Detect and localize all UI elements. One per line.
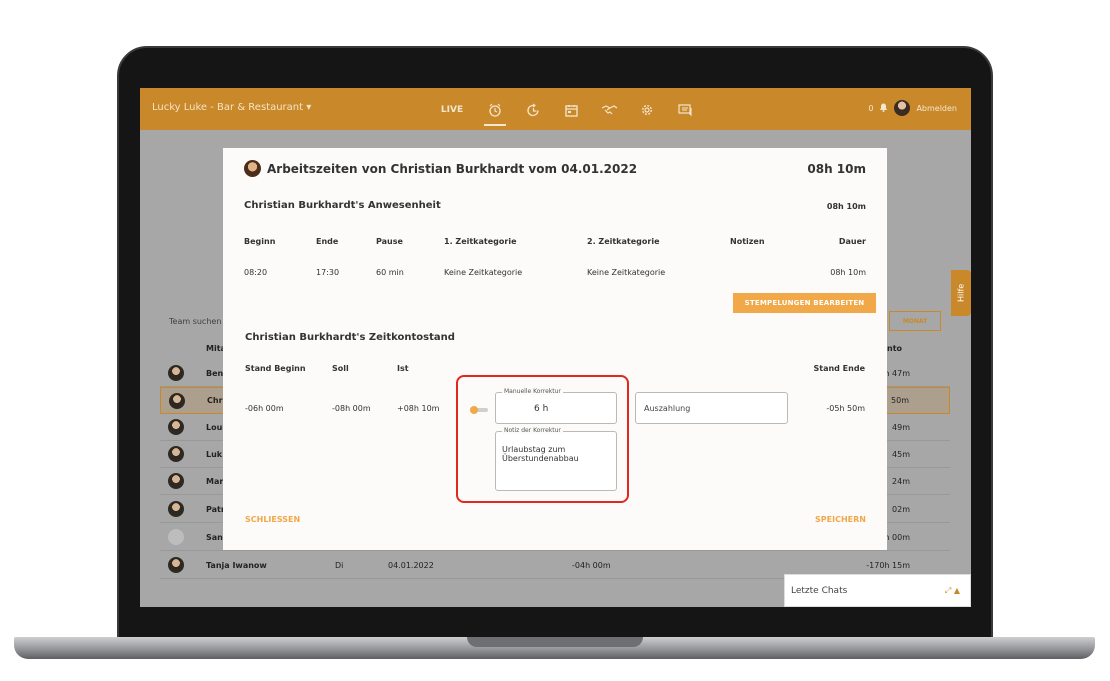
row-name: Luk bbox=[206, 449, 223, 459]
alarm-clock-icon[interactable] bbox=[476, 98, 514, 126]
manual-correction-toggle[interactable] bbox=[470, 406, 488, 414]
correction-note-field[interactable]: Notiz der Korrektur Urlaubstag zum Übers… bbox=[495, 427, 617, 491]
cell-ende: 17:30 bbox=[316, 268, 340, 277]
correction-note-label: Notiz der Korrektur bbox=[502, 427, 563, 434]
month-button[interactable]: MONAT bbox=[889, 311, 941, 331]
app-header: Lucky Luke - Bar & Restaurant ▾ LIVE 0 A… bbox=[140, 88, 971, 130]
team-search-input[interactable]: Team suchen bbox=[169, 317, 221, 326]
edit-stamps-button[interactable]: STEMPELUNGEN BEARBEITEN bbox=[733, 293, 876, 313]
row-konto: 49m bbox=[892, 422, 910, 432]
row-name: Mar bbox=[206, 476, 224, 486]
avatar bbox=[168, 501, 184, 517]
manual-correction-label: Manuelle Korrektur bbox=[502, 388, 563, 395]
app-screen: Lucky Luke - Bar & Restaurant ▾ LIVE 0 A… bbox=[140, 88, 971, 607]
location-selector[interactable]: Lucky Luke - Bar & Restaurant ▾ bbox=[152, 102, 311, 113]
avatar bbox=[168, 365, 184, 381]
presence-total: 08h 10m bbox=[826, 202, 866, 211]
save-button[interactable]: SPEICHERN bbox=[815, 515, 866, 524]
header-right: 0 Abmelden bbox=[868, 100, 957, 116]
calendar-icon[interactable] bbox=[552, 98, 590, 122]
avatar bbox=[168, 473, 184, 489]
logout-link[interactable]: Abmelden bbox=[916, 104, 957, 113]
value-ist: +08h 10m bbox=[397, 404, 440, 413]
header-category-2: 2. Zeitkategorie bbox=[587, 237, 660, 246]
gear-icon[interactable] bbox=[628, 98, 666, 122]
help-tab[interactable]: Hilfe bbox=[951, 270, 971, 316]
dialog-title: Arbeitszeiten von Christian Burkhardt vo… bbox=[244, 160, 637, 177]
row-konto: h 00m bbox=[884, 532, 910, 542]
header-notes: Notizen bbox=[730, 237, 765, 246]
chat-icon[interactable] bbox=[666, 98, 704, 122]
payout-field[interactable]: Auszahlung bbox=[635, 392, 788, 424]
header-duration: Dauer bbox=[838, 237, 866, 246]
header-ist: Ist bbox=[397, 364, 409, 373]
avatar bbox=[244, 160, 261, 177]
notification-count: 0 bbox=[868, 103, 874, 113]
header-beginn: Beginn bbox=[244, 237, 276, 246]
avatar bbox=[168, 419, 184, 435]
value-stand-ende: -05h 50m bbox=[826, 404, 865, 413]
recent-chats-label: Letzte Chats bbox=[791, 585, 848, 596]
cell-category-1: Keine Zeitkategorie bbox=[444, 268, 523, 277]
manual-correction-field[interactable]: Manuelle Korrektur 6 h bbox=[495, 388, 617, 424]
value-stand-beginn: -06h 00m bbox=[245, 404, 284, 413]
expand-icon[interactable]: ⤢ ▲ bbox=[945, 586, 960, 596]
toggle-knob bbox=[470, 406, 478, 414]
account-title: Christian Burkhardt's Zeitkontostand bbox=[245, 332, 455, 343]
value-soll: -08h 00m bbox=[332, 404, 371, 413]
row-konto: 50m bbox=[891, 396, 909, 405]
row-konto: 02m bbox=[892, 504, 910, 514]
manual-correction-value: 6 h bbox=[534, 404, 549, 414]
row-day: Di bbox=[335, 560, 344, 570]
main-nav: LIVE bbox=[428, 98, 704, 126]
handshake-icon[interactable] bbox=[590, 98, 628, 122]
correction-note-value: Urlaubstag zum Überstundenabbau bbox=[502, 445, 579, 463]
presence-title: Christian Burkhardt's Anwesenheit bbox=[244, 200, 441, 211]
header-category-1: 1. Zeitkategorie bbox=[444, 237, 517, 246]
close-button[interactable]: SCHLIESSEN bbox=[245, 515, 300, 524]
avatar bbox=[169, 392, 185, 409]
header-stand-beginn: Stand Beginn bbox=[245, 364, 306, 373]
row-balance: -04h 00m bbox=[572, 560, 611, 570]
laptop-notch bbox=[467, 637, 643, 647]
row-date: 04.01.2022 bbox=[388, 560, 434, 570]
cell-duration: 08h 10m bbox=[830, 268, 866, 277]
row-konto: -170h 15m bbox=[866, 560, 910, 570]
dialog-title-text: Arbeitszeiten von Christian Burkhardt vo… bbox=[267, 161, 638, 176]
header-pause: Pause bbox=[376, 237, 403, 246]
user-avatar[interactable] bbox=[894, 100, 911, 116]
row-konto: h 47m bbox=[884, 368, 910, 378]
nav-live[interactable]: LIVE bbox=[428, 98, 476, 122]
cell-beginn: 08:20 bbox=[244, 268, 268, 277]
header-ende: Ende bbox=[316, 237, 339, 246]
bell-icon[interactable] bbox=[879, 102, 888, 114]
cell-category-2: Keine Zeitkategorie bbox=[587, 268, 666, 277]
work-times-dialog: Arbeitszeiten von Christian Burkhardt vo… bbox=[223, 148, 887, 550]
column-header-konto: nto bbox=[887, 344, 903, 353]
recent-chats-panel[interactable]: Letzte Chats ⤢ ▲ bbox=[784, 574, 971, 607]
header-soll: Soll bbox=[332, 364, 349, 373]
row-konto: 45m bbox=[892, 449, 910, 459]
header-stand-ende: Stand Ende bbox=[813, 364, 865, 373]
avatar bbox=[168, 557, 184, 573]
row-name: San bbox=[206, 532, 223, 542]
clock-rotate-icon[interactable] bbox=[514, 98, 552, 122]
avatar bbox=[168, 529, 184, 545]
cell-pause: 60 min bbox=[376, 268, 404, 277]
row-konto: 24m bbox=[892, 476, 910, 486]
row-name: Patr bbox=[206, 504, 225, 514]
row-name: Tanja Iwanow bbox=[206, 560, 267, 570]
dialog-total: 08h 10m bbox=[807, 162, 866, 176]
row-name: Ben bbox=[206, 368, 224, 378]
avatar bbox=[168, 446, 184, 462]
